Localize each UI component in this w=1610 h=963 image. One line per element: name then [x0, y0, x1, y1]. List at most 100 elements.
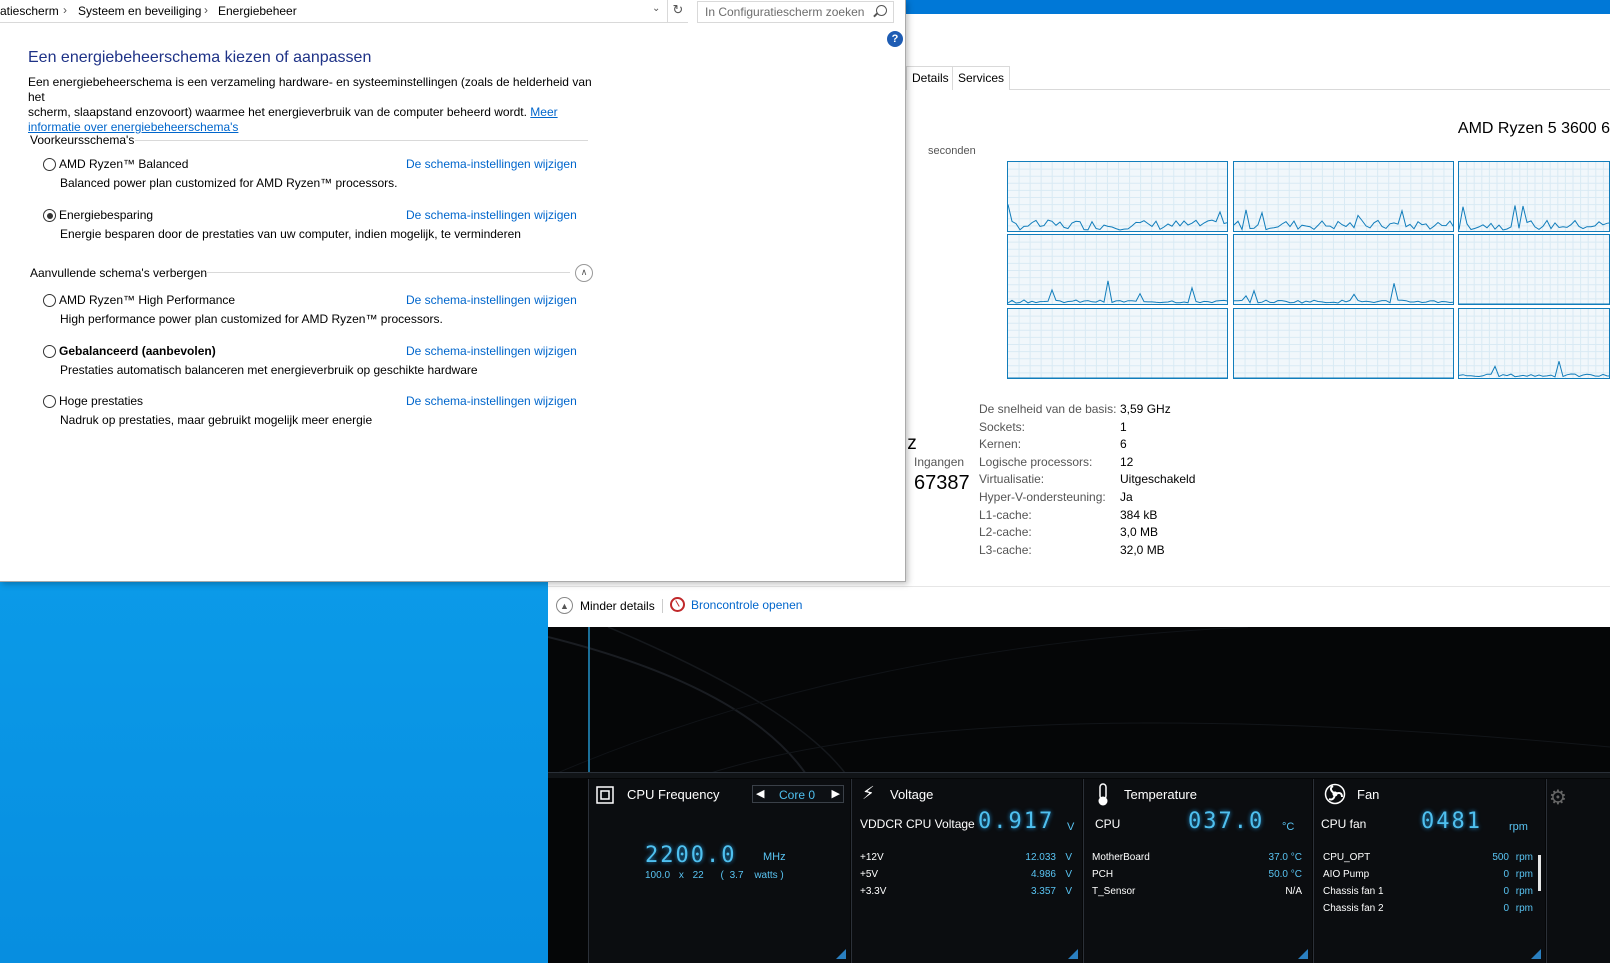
- temperature-row-value: 37.0 °C: [1268, 852, 1302, 863]
- spec-value: 3,0 MB: [1120, 525, 1159, 540]
- fewer-details-button[interactable]: ▲ Minder details: [556, 597, 655, 614]
- cpu-chip-icon: [596, 786, 614, 804]
- plan-description: Nadruk op prestaties, maar gebruikt moge…: [60, 413, 373, 427]
- help-icon[interactable]: ?: [887, 31, 903, 47]
- fan-row-label: Chassis fan 1: [1323, 886, 1384, 897]
- chevron-up-icon: ▲: [556, 597, 573, 614]
- core-selector[interactable]: ◀ Core 0 ▶: [752, 785, 844, 803]
- voltage-row-unit: V: [1065, 852, 1072, 863]
- plan-radio[interactable]: [43, 395, 56, 408]
- hardware-monitor-app: CPU Frequency ◀ Core 0 ▶ 2200.0 MHz 100.…: [548, 627, 1610, 963]
- next-core-icon[interactable]: ▶: [832, 787, 840, 800]
- control-panel-window: atiescherm › Systeem en beveiliging › En…: [0, 0, 906, 582]
- search-input[interactable]: In Configuratiescherm zoeken: [697, 1, 894, 23]
- spec-label: Kernen:: [979, 437, 1022, 452]
- plan-name: AMD Ryzen™ High Performance: [59, 293, 236, 307]
- page-title: Een energiebeheerschema kiezen of aanpas…: [28, 49, 372, 66]
- open-resource-monitor-link[interactable]: Broncontrole openen: [670, 597, 802, 612]
- more-info-link-continued[interactable]: informatie over energiebeheerschema's: [28, 120, 238, 134]
- graph-canvas: [1234, 235, 1453, 304]
- spec-row: Logische processors: 12: [979, 455, 1279, 473]
- plan-radio[interactable]: [43, 209, 56, 222]
- graph-canvas: [1234, 309, 1453, 378]
- spec-row: De snelheid van de basis: 3,59 GHz: [979, 402, 1279, 420]
- breadcrumb-power-options[interactable]: Energiebeheer: [218, 4, 297, 18]
- graph-canvas: [1459, 235, 1609, 304]
- watts-open-paren: (: [720, 870, 724, 881]
- cpu-fan-unit: rpm: [1509, 821, 1528, 833]
- expand-corner-icon[interactable]: [1531, 949, 1541, 959]
- spec-value: 12: [1120, 454, 1134, 469]
- voltage-panel: ⚡ Voltage VDDCR CPU Voltage 0.917 V +12V…: [851, 779, 1082, 963]
- chevron-up-icon[interactable]: ∧: [575, 264, 593, 282]
- graph-time-caption: seconden: [928, 145, 976, 157]
- plan-radio[interactable]: [43, 158, 56, 171]
- graph-canvas: [1008, 162, 1227, 231]
- expand-corner-icon[interactable]: [1068, 949, 1078, 959]
- spec-label: Virtualisatie:: [979, 472, 1045, 487]
- fan-row-unit: rpm: [1515, 903, 1533, 914]
- plan-name: Gebalanceerd (aanbevolen): [59, 344, 216, 358]
- background-swirl: [548, 627, 1610, 777]
- refresh-icon[interactable]: ↻: [668, 0, 688, 23]
- fan-title: Fan: [1357, 787, 1380, 802]
- temperature-row-label: PCH: [1092, 869, 1114, 880]
- change-plan-settings-link[interactable]: De schema-instellingen wijzigen: [406, 394, 577, 408]
- cpu-fan-label: CPU fan: [1321, 817, 1367, 831]
- core-selector-label: Core 0: [779, 788, 816, 802]
- bclk-value: 100.0: [645, 870, 671, 881]
- fan-row-label: CPU_OPT: [1323, 852, 1371, 863]
- voltage-row-unit: V: [1065, 869, 1072, 880]
- voltage-row-label: +12V: [860, 852, 884, 863]
- spec-label: Hyper-V-ondersteuning:: [979, 489, 1106, 504]
- fan-row: Chassis fan 2 0 rpm: [1323, 903, 1533, 914]
- change-plan-settings-link[interactable]: De schema-instellingen wijzigen: [406, 208, 577, 222]
- spec-row: Virtualisatie: Uitgeschakeld: [979, 472, 1279, 490]
- spec-value: Uitgeschakeld: [1120, 472, 1196, 487]
- change-plan-settings-link[interactable]: De schema-instellingen wijzigen: [406, 293, 577, 307]
- plan-description: High performance power plan customized f…: [60, 312, 443, 326]
- preferred-plans-heading: Voorkeursschema's: [30, 133, 135, 147]
- tab-details[interactable]: Details: [906, 66, 955, 90]
- address-bar[interactable]: atiescherm › Systeem en beveiliging › En…: [0, 0, 668, 23]
- plan-radio[interactable]: [43, 294, 56, 307]
- spec-value: 1: [1120, 419, 1127, 434]
- graph-canvas: [1008, 235, 1227, 304]
- temperature-row: PCH 50.0 °C: [1092, 869, 1302, 880]
- temperature-row: MotherBoard 37.0 °C: [1092, 852, 1302, 863]
- chevron-down-icon[interactable]: ⌄: [652, 3, 660, 14]
- spec-value: Ja: [1120, 489, 1133, 504]
- voltage-row: +5V 4.986 V: [860, 869, 1072, 880]
- intro-line: scherm, slaapstand enzovoort) waarmee he…: [28, 105, 598, 120]
- additional-plans-heading[interactable]: Aanvullende schema's verbergen: [30, 266, 207, 280]
- voltage-row-label: +5V: [860, 869, 879, 880]
- prev-core-icon[interactable]: ◀: [756, 787, 764, 800]
- expand-corner-icon[interactable]: [1298, 949, 1308, 959]
- change-plan-settings-link[interactable]: De schema-instellingen wijzigen: [406, 157, 577, 171]
- vddcr-unit: V: [1067, 821, 1075, 833]
- plan-description: Energie besparen door de prestaties van …: [60, 227, 521, 241]
- temperature-row-label: MotherBoard: [1092, 852, 1150, 863]
- voltage-row: +12V 12.033 V: [860, 852, 1072, 863]
- breadcrumb-control-panel[interactable]: atiescherm: [0, 4, 59, 18]
- plan-radio[interactable]: [43, 345, 56, 358]
- cpu-core-graph: [1007, 234, 1228, 305]
- tab-services[interactable]: Services: [952, 66, 1011, 90]
- spec-row: Hyper-V-ondersteuning: Ja: [979, 490, 1279, 508]
- cpu-core-graph: [1233, 234, 1454, 305]
- breadcrumb-system-security[interactable]: Systeem en beveiliging: [78, 4, 201, 18]
- more-info-link[interactable]: Meer: [530, 105, 557, 119]
- watts-value: 3.7: [729, 870, 744, 881]
- gear-icon[interactable]: ⚙: [1549, 785, 1567, 809]
- cpu-temp-unit: °C: [1282, 821, 1295, 833]
- graph-canvas: [1459, 309, 1609, 378]
- expand-corner-icon[interactable]: [836, 949, 846, 959]
- voltage-row-value: 12.033: [1025, 852, 1056, 863]
- intro-line: Een energiebeheerschema is een verzameli…: [28, 75, 592, 104]
- fan-row: Chassis fan 1 0 rpm: [1323, 886, 1533, 897]
- change-plan-settings-link[interactable]: De schema-instellingen wijzigen: [406, 344, 577, 358]
- graph-canvas: [1234, 162, 1453, 231]
- fan-list-scrollbar[interactable]: [1538, 855, 1541, 891]
- spec-value: 384 kB: [1120, 507, 1158, 522]
- search-icon[interactable]: [876, 5, 887, 16]
